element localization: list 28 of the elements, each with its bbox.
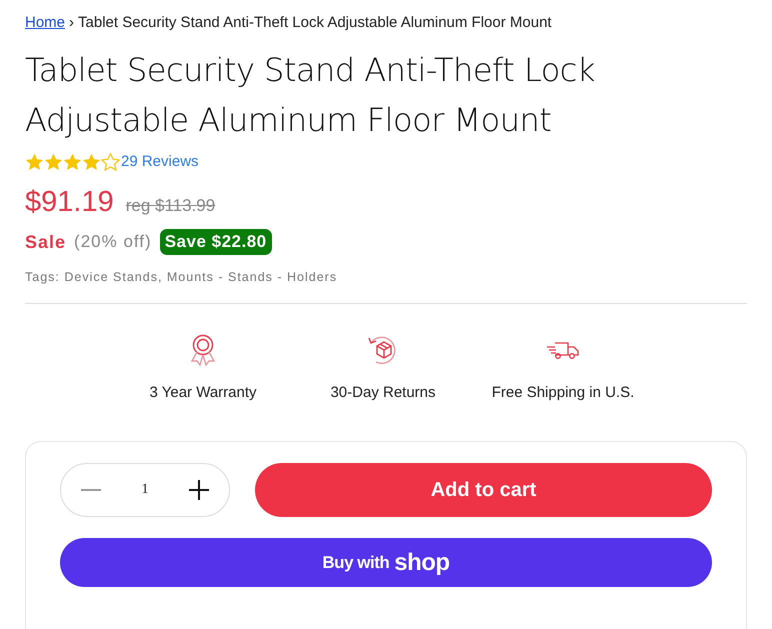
star-icon (63, 152, 82, 171)
sale-price: $91.19 (25, 185, 114, 220)
savings-badge: Save $22.80 (160, 229, 272, 255)
feature-label: Free Shipping in U.S. (492, 383, 634, 404)
star-icon (44, 152, 63, 171)
star-icon (82, 152, 101, 171)
plus-icon (189, 480, 209, 500)
feature-label: 30-Day Returns (330, 383, 436, 404)
add-to-cart-button[interactable]: Add to cart (255, 462, 712, 517)
buy-with-shop-button[interactable]: Buy with shop (60, 538, 712, 587)
product-title: Tablet Security Stand Anti-Theft Lock Adjustable Aluminum Floor Mount (25, 50, 596, 140)
breadcrumb-current: Tablet Security Stand Anti-Theft Lock Adjustable Aluminum Floor Mount (78, 13, 552, 33)
quantity-selector[interactable]: 1 (60, 462, 230, 517)
regular-price: reg $113.99 (126, 195, 216, 217)
breadcrumb-link[interactable]: Home (25, 12, 66, 34)
quantity-value: 1 (142, 481, 148, 500)
delivery-truck-icon (546, 340, 580, 360)
minus-icon (81, 488, 101, 491)
award-ribbon-icon (189, 334, 217, 366)
sale-label: Sale (25, 230, 66, 254)
star-icon (25, 152, 44, 171)
increase-button[interactable] (187, 478, 211, 502)
discount-text: (20% off) (74, 231, 152, 254)
breadcrumb-separator: › (69, 13, 74, 33)
reviews-link[interactable]: 29 Reviews (121, 150, 199, 173)
star-icon (101, 152, 120, 171)
product-tags: Tags: Device Stands, Mounts - Stands - Holders (25, 268, 747, 286)
feature-label: 3 Year Warranty (150, 383, 256, 404)
